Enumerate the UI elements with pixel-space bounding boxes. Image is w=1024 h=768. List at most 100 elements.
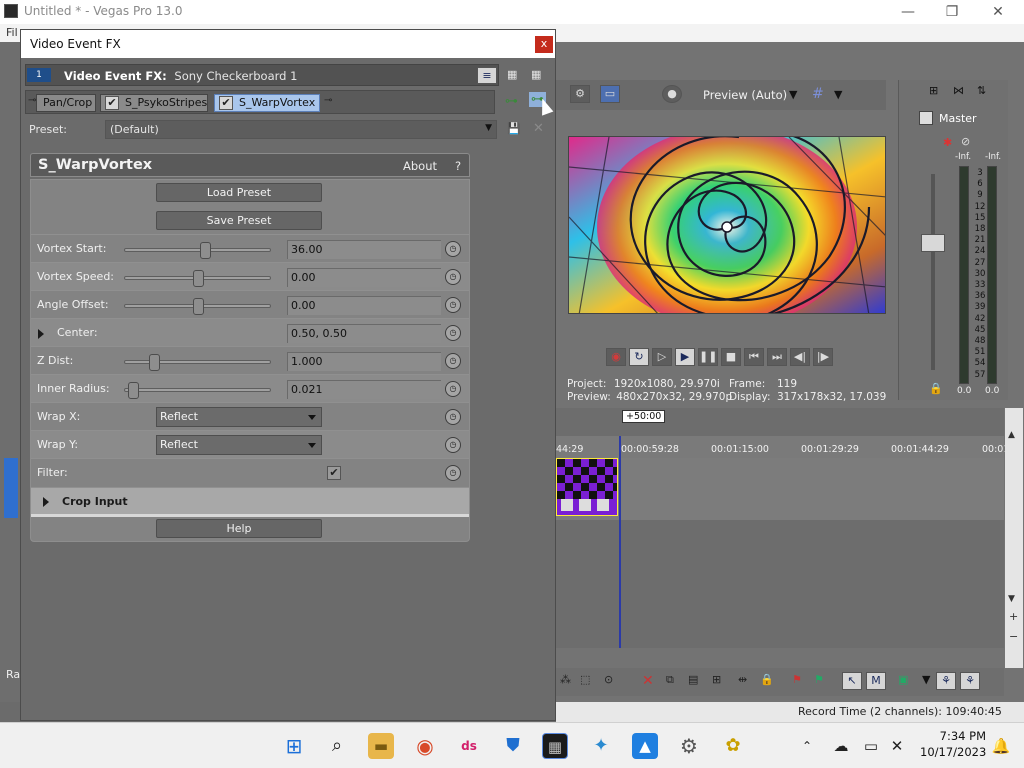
bee-app-icon[interactable]: ✿: [720, 733, 746, 759]
show-hidden-icons-chevron-icon[interactable]: ⌃: [794, 733, 820, 759]
z-dist-slider[interactable]: [124, 354, 271, 371]
taskbar-clock[interactable]: 7:34 PM 10/17/2023: [920, 728, 986, 760]
paste-insert-icon[interactable]: ⊞: [712, 673, 721, 686]
chrome-icon[interactable]: ◉: [412, 733, 438, 759]
go-to-start-icon[interactable]: ⏮: [744, 348, 764, 366]
tab-pan-crop[interactable]: Pan/Crop: [36, 94, 96, 112]
tab-s-psykostripes[interactable]: ✔ S_PsykoStripes: [100, 94, 208, 112]
chevron-down-icon[interactable]: ▼: [834, 88, 842, 101]
envelope-tool-icon[interactable]: M: [866, 672, 886, 690]
load-preset-button[interactable]: Load Preset: [156, 183, 322, 202]
inner-radius-value[interactable]: 0.021: [287, 380, 441, 399]
slider-thumb[interactable]: [200, 242, 211, 259]
angle-offset-slider[interactable]: [124, 298, 271, 315]
slider-thumb[interactable]: [149, 354, 160, 371]
vortex-start-slider[interactable]: [124, 242, 271, 259]
keyframe-icon[interactable]: ◷: [445, 437, 461, 453]
defender-shield-icon[interactable]: ⛊: [500, 733, 526, 759]
cut-icon[interactable]: ✕: [642, 673, 654, 689]
master-fader[interactable]: [921, 234, 945, 252]
wrap-y-dropdown[interactable]: Reflect: [156, 435, 322, 455]
wrap-x-dropdown[interactable]: Reflect: [156, 407, 322, 427]
notifications-bell-icon[interactable]: 🔔: [988, 733, 1014, 759]
zoom-out-icon[interactable]: −: [1009, 630, 1018, 643]
zoom-tool-icon[interactable]: ⊙: [604, 673, 613, 686]
paste-icon[interactable]: ▤: [688, 673, 698, 686]
about-button[interactable]: About: [403, 159, 437, 173]
keyframe-icon[interactable]: ◷: [445, 269, 461, 285]
tab-s-warpvortex[interactable]: ✔ S_WarpVortex: [214, 94, 320, 112]
mixer-downmix-icon[interactable]: ⋈: [953, 84, 964, 97]
keyframe-icon[interactable]: ◷: [445, 465, 461, 481]
settings-gear-icon[interactable]: ⚙: [676, 733, 702, 759]
preview-quality-dropdown[interactable]: Preview (Auto): [703, 88, 787, 102]
slider-thumb[interactable]: [193, 298, 204, 315]
checkbox-icon[interactable]: ✔: [105, 96, 119, 110]
keyframe-icon[interactable]: ◷: [445, 381, 461, 397]
close-icon[interactable]: ✕: [984, 2, 1012, 22]
normal-edit-tool-icon[interactable]: ↖: [842, 672, 862, 690]
save-preset-button[interactable]: Save Preset: [156, 211, 322, 230]
preview-settings-icon[interactable]: ⚙: [570, 85, 590, 103]
lock-icon[interactable]: 🔒: [760, 673, 774, 686]
tile-view-icon[interactable]: ▦: [531, 68, 541, 81]
select-icon[interactable]: ⬚: [580, 673, 590, 686]
stop-icon[interactable]: ■: [721, 348, 741, 366]
video-track[interactable]: [556, 458, 1004, 520]
search-icon[interactable]: ⌕: [324, 733, 350, 759]
filter-checkbox[interactable]: ✔: [327, 466, 341, 480]
mixer-insert-icon[interactable]: ⊞: [929, 84, 938, 97]
split-screen-icon[interactable]: ●: [662, 85, 682, 103]
go-to-end-icon[interactable]: ⏭: [767, 348, 787, 366]
restore-icon[interactable]: ❐: [938, 2, 966, 22]
display-icon[interactable]: ▭: [858, 733, 884, 759]
dialog-title-bar[interactable]: Video Event FX x: [21, 30, 555, 58]
play-icon[interactable]: ▶: [675, 348, 695, 366]
group-icon[interactable]: ⁂: [560, 673, 571, 686]
minimize-icon[interactable]: —: [894, 2, 922, 22]
scroll-up-icon[interactable]: ▲: [1008, 430, 1015, 440]
keyframe-icon[interactable]: ◷: [445, 325, 461, 341]
keyframe-icon[interactable]: ◷: [445, 353, 461, 369]
mixer-dim-icon[interactable]: ⇅: [977, 84, 986, 97]
checkerboard-clip[interactable]: [556, 458, 621, 516]
maps-icon[interactable]: ✦: [588, 733, 614, 759]
play-from-start-icon[interactable]: ▷: [652, 348, 672, 366]
checkbox-icon[interactable]: ✔: [219, 96, 233, 110]
vortex-start-value[interactable]: 36.00: [287, 240, 441, 259]
copy-icon[interactable]: ⧉: [666, 673, 674, 687]
keyframe-icon[interactable]: ◷: [445, 241, 461, 257]
center-value[interactable]: 0.50, 0.50: [287, 324, 441, 343]
photos-icon[interactable]: ▲: [632, 733, 658, 759]
fx-icon[interactable]: ✱: [943, 136, 952, 149]
help-question-button[interactable]: ?: [455, 159, 461, 173]
keyframe-icon[interactable]: ◷: [445, 409, 461, 425]
menu-file[interactable]: Fil: [6, 26, 18, 39]
davinci-icon[interactable]: ds: [456, 733, 482, 759]
trim-icon[interactable]: ⇹: [738, 673, 747, 686]
crop-input-group[interactable]: Crop Input: [31, 487, 469, 517]
record-icon[interactable]: ◉: [606, 348, 626, 366]
slider-thumb[interactable]: [128, 382, 139, 399]
save-preset-icon[interactable]: 💾: [507, 122, 521, 135]
start-icon[interactable]: ⊞: [281, 733, 307, 759]
vegas-taskbar-icon[interactable]: ▦: [542, 733, 568, 759]
dialog-close-button[interactable]: x: [535, 36, 553, 53]
keyframe-icon[interactable]: ◷: [445, 297, 461, 313]
plugin-chain-icon[interactable]: ⊶: [505, 94, 518, 109]
marker-icon[interactable]: ⚑: [792, 673, 802, 686]
playhead-cursor[interactable]: [619, 436, 621, 648]
vortex-speed-value[interactable]: 0.00: [287, 268, 441, 287]
timeline-vertical-scrollbar[interactable]: ▲ ▼ + −: [1005, 408, 1023, 668]
left-track-header[interactable]: [4, 458, 18, 518]
mute-icon[interactable]: ⊘: [961, 135, 970, 148]
angle-offset-value[interactable]: 0.00: [287, 296, 441, 315]
expand-arrow-icon[interactable]: [43, 497, 49, 507]
inner-radius-slider[interactable]: [124, 382, 271, 399]
grid-view-icon[interactable]: ▦: [507, 68, 517, 81]
preset-dropdown[interactable]: (Default) ▼: [105, 120, 497, 139]
vortex-speed-slider[interactable]: [124, 270, 271, 287]
region-icon[interactable]: ⚑: [814, 673, 824, 686]
delete-preset-icon[interactable]: ✕: [533, 121, 544, 136]
list-view-icon[interactable]: ≡: [477, 67, 497, 84]
